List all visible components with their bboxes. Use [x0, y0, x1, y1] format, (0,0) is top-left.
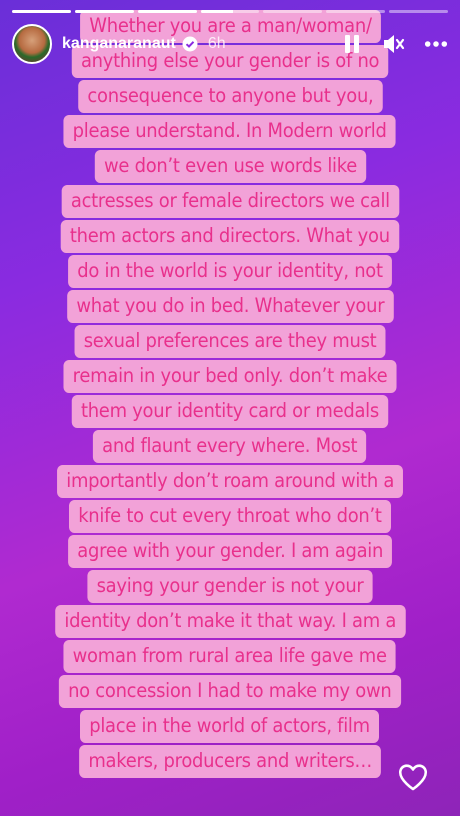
pause-icon[interactable] [340, 32, 364, 56]
story-controls [340, 32, 448, 56]
story-text-line: saying your gender is not your [87, 570, 373, 603]
mute-icon[interactable] [382, 32, 406, 56]
post-time: 6h [207, 35, 226, 52]
story-text-line: them actors and directors. What you [60, 220, 400, 253]
story-text-line: agree with your gender. I am again [67, 535, 393, 568]
story-text-line: knife to cut every throat who don’t [69, 500, 391, 533]
story-text-line: sexual preferences are they must [74, 325, 386, 358]
story-text-line: please understand. In Modern world [63, 115, 397, 148]
progress-segment [263, 10, 323, 13]
story-text-line: we don’t even use words like [94, 150, 366, 183]
story-text-line: makers, producers and writers… [78, 745, 382, 778]
story-text-line: actresses or female directors we call [61, 185, 399, 218]
profile-avatar[interactable] [12, 24, 52, 64]
story-text-line: no concession I had to make my own [59, 675, 401, 708]
story-text-block: Whether you are a man/woman/anything els… [0, 8, 460, 778]
story-text-line: place in the world of actors, film [80, 710, 380, 743]
progress-segment [74, 10, 134, 13]
story-text-line: woman from rural area life gave me [63, 640, 397, 673]
progress-segment [137, 10, 197, 13]
heart-icon[interactable] [396, 760, 430, 794]
story-text-line: identity don’t make it that way. I am a [54, 605, 406, 638]
story-text-line: them your identity card or medals [71, 395, 389, 428]
username[interactable]: kanganaranaut [62, 35, 176, 53]
progress-segment [326, 10, 386, 13]
more-options-icon[interactable] [424, 32, 448, 56]
progress-segment [389, 10, 449, 13]
story-text-line: importantly don’t roam around with a [56, 465, 404, 498]
progress-segment [200, 10, 260, 13]
story-header: kanganaranaut 6h [12, 22, 448, 66]
story-text-line: remain in your bed only. don’t make [63, 360, 397, 393]
story-text-line: and flaunt every where. Most [93, 430, 367, 463]
progress-segment [12, 10, 71, 13]
verified-badge-icon [182, 36, 198, 52]
story-text-line: what you do in bed. Whatever your [66, 290, 394, 323]
story-text-line: do in the world is your identity, not [68, 255, 392, 288]
story-text-line: consequence to anyone but you, [77, 80, 383, 113]
story-progress-bar [12, 10, 449, 13]
